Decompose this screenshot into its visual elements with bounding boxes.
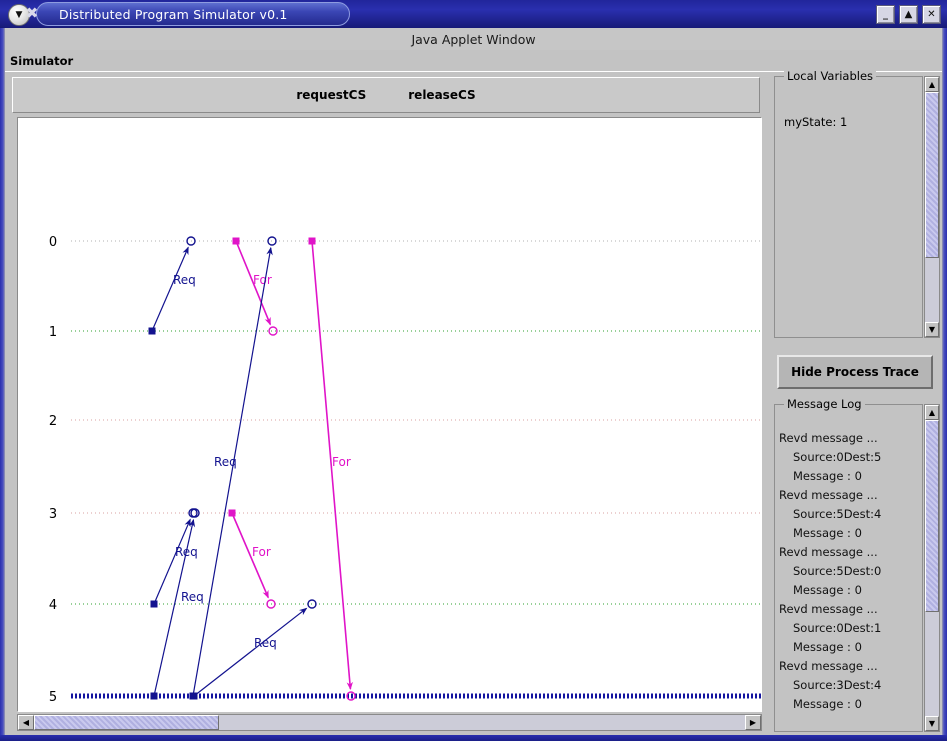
local-variable-entry: myState: 1 — [784, 115, 848, 129]
window-controls: _ ▲ ✕ — [876, 5, 941, 24]
scroll-up-arrow-icon[interactable]: ▲ — [925, 77, 939, 92]
applet-warning-banner: Java Applet Window — [0, 28, 947, 51]
scroll-right-arrow-icon[interactable]: ▶ — [745, 715, 761, 730]
hide-process-trace-label: Hide Process Trace — [791, 365, 919, 379]
message-log-line: Source:5Dest:4 — [793, 507, 882, 521]
process-axis-label: 5 — [49, 690, 57, 705]
maximize-button[interactable]: ▲ — [899, 5, 918, 24]
window-left-border — [0, 28, 5, 741]
message-log-line: Message : 0 — [793, 583, 862, 597]
minimize-button[interactable]: _ — [876, 5, 895, 24]
hscroll-thumb[interactable] — [34, 715, 219, 730]
applet-warning-text: Java Applet Window — [411, 31, 536, 47]
scroll-down-arrow-icon[interactable]: ▼ — [925, 322, 939, 337]
application-window: ▼ Distributed Program Simulator v0.1 ✖ _… — [0, 0, 947, 741]
local-variables-title: Local Variables — [784, 69, 877, 83]
action-toolbar: requestCS releaseCS — [12, 77, 760, 113]
simulator-right-pane: Local Variables myState: 1 ▲ ▼ Hide Proc… — [772, 69, 942, 736]
window-bottom-border — [0, 735, 947, 741]
message-log-line: Source:0Dest:5 — [793, 450, 882, 464]
process-axis-label: 1 — [49, 325, 57, 340]
message-log-title: Message Log — [784, 397, 865, 411]
release-cs-button[interactable]: releaseCS — [408, 88, 475, 102]
space-time-diagram: 012345ReqForReqForReqForReqReq — [49, 235, 761, 705]
message-log-line: Message : 0 — [793, 640, 862, 654]
message-log-line: Revd message ... — [779, 431, 878, 445]
message-arrow-req: Req — [148, 236, 196, 335]
hscroll-track[interactable] — [34, 715, 745, 730]
message-log-line: Revd message ... — [779, 545, 878, 559]
ml-scroll-track[interactable] — [925, 420, 939, 716]
chevron-down-icon: ▼ — [15, 9, 23, 20]
window-right-border — [942, 28, 947, 741]
message-log-line: Revd message ... — [779, 659, 878, 673]
window-titlebar: ▼ Distributed Program Simulator v0.1 ✖ _… — [0, 0, 947, 29]
process-axis-label: 2 — [49, 414, 57, 429]
scroll-down-arrow-icon[interactable]: ▼ — [925, 716, 939, 731]
process-axis-label: 3 — [49, 507, 57, 522]
process-axis-label: 0 — [49, 235, 57, 250]
menu-item-simulator[interactable]: Simulator — [3, 52, 80, 70]
process-axis-label: 4 — [49, 598, 57, 613]
message-log-vertical-scrollbar[interactable]: ▲ ▼ — [924, 404, 940, 732]
message-log-line: Source:3Dest:4 — [793, 678, 882, 692]
scroll-left-arrow-icon[interactable]: ◀ — [18, 715, 34, 730]
window-title: Distributed Program Simulator v0.1 — [59, 6, 288, 22]
message-label: Req — [254, 636, 277, 650]
lv-scroll-track[interactable] — [925, 92, 939, 322]
message-label: For — [332, 455, 351, 469]
message-label: Req — [173, 273, 196, 287]
message-log-line: Revd message ... — [779, 602, 878, 616]
message-log-panel: Message Log Revd message ... Source:0Dest… — [774, 397, 923, 732]
scroll-up-arrow-icon[interactable]: ▲ — [925, 405, 939, 420]
local-variables-body: myState: 1 — [784, 115, 918, 129]
message-log-line: Source:0Dest:1 — [793, 621, 882, 635]
menu-item-label: Simulator — [10, 53, 74, 68]
hide-process-trace-button[interactable]: Hide Process Trace — [777, 355, 933, 389]
local-variables-panel: Local Variables myState: 1 — [774, 69, 923, 338]
message-log-line: Revd message ... — [779, 488, 878, 502]
lv-scroll-thumb[interactable] — [925, 92, 939, 258]
message-log-line: Message : 0 — [793, 697, 862, 711]
ml-scroll-thumb[interactable] — [925, 420, 939, 613]
java-app-icon: ✖ — [25, 4, 39, 22]
message-label: Req — [181, 590, 204, 604]
message-log-line: Source:5Dest:0 — [793, 564, 882, 578]
window-title-capsule[interactable]: Distributed Program Simulator v0.1 — [36, 2, 350, 26]
message-label: Req — [214, 455, 237, 469]
message-label: For — [252, 545, 271, 559]
message-log-line: Message : 0 — [793, 526, 862, 540]
message-arrow-for: For — [228, 509, 276, 609]
process-trace-canvas[interactable]: 012345ReqForReqForReqForReqReq — [17, 117, 762, 712]
message-log-line: Message : 0 — [793, 469, 862, 483]
simulator-left-pane: requestCS releaseCS 0 1 2 3 4 5 Req For Req For Re… — [5, 73, 768, 736]
local-variables-vertical-scrollbar[interactable]: ▲ ▼ — [924, 76, 940, 338]
message-arrow-for: For — [308, 237, 356, 701]
close-button[interactable]: ✕ — [922, 5, 941, 24]
message-arrow-req: Req — [190, 599, 317, 700]
request-cs-button[interactable]: requestCS — [296, 88, 366, 102]
message-label: For — [253, 273, 272, 287]
canvas-horizontal-scrollbar[interactable]: ◀ ▶ — [17, 714, 762, 731]
message-log-body[interactable]: Revd message ... Source:0Dest:5 Message : … — [779, 429, 919, 727]
